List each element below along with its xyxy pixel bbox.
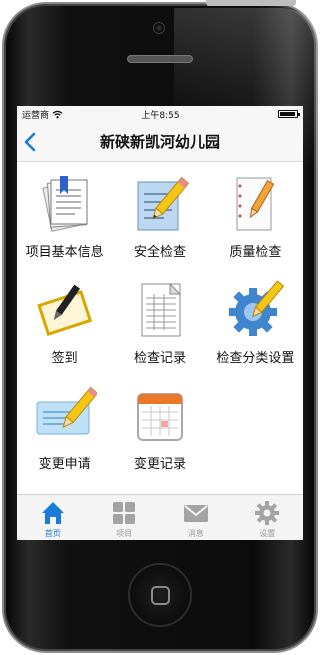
home-button[interactable]: [128, 563, 192, 627]
tab-label: 消息: [187, 529, 204, 538]
menu-item-label: 质量检查: [229, 245, 282, 260]
tab-label: 项目: [116, 529, 133, 538]
menu-grid: 项目基本信息 安全检查 质量检查 签到 检查记录 检查分类设置 变更申请 变更记…: [17, 162, 303, 490]
tab-projects[interactable]: 项目: [89, 495, 161, 540]
menu-item-label: 检查分类设置: [216, 351, 295, 366]
document-pencil-icon: [137, 176, 190, 231]
navigation-bar: 新硖新凯河幼儿园: [17, 122, 303, 162]
tab-messages[interactable]: 消息: [160, 495, 232, 540]
carrier-label: 运营商: [22, 110, 50, 121]
front-camera: [153, 22, 165, 34]
menu-item-category-settings[interactable]: 检查分类设置: [208, 278, 303, 384]
menu-item-sign-in[interactable]: 签到: [17, 278, 112, 384]
menu-item-label: 变更记录: [133, 457, 186, 472]
menu-item-change-request[interactable]: 变更申请: [17, 384, 112, 490]
spreadsheet-icon: [141, 282, 182, 337]
menu-item-label: 检查记录: [133, 351, 186, 366]
earpiece-speaker: [127, 55, 193, 63]
menu-item-inspection-records[interactable]: 检查记录: [112, 278, 207, 384]
notepad-pencil-icon: [236, 177, 275, 231]
menu-item-label: 变更申请: [38, 457, 91, 472]
wifi-icon: [52, 110, 63, 118]
battery-icon: [277, 110, 300, 118]
grid-icon: [113, 502, 136, 524]
battery-fill: [279, 112, 295, 116]
tab-bar: 首页 项目 消息 设置: [17, 494, 303, 540]
documents-ribbon-icon: [41, 176, 88, 232]
card-pencil-icon: [36, 386, 97, 435]
tab-label: 首页: [44, 529, 61, 538]
back-button[interactable]: [21, 131, 39, 153]
page-title: 新硖新凯河幼儿园: [99, 133, 220, 151]
status-right: [258, 110, 300, 118]
tab-home[interactable]: 首页: [17, 495, 89, 540]
status-bar: 运营商 上午8:55: [17, 106, 303, 122]
home-button-square: [151, 586, 170, 605]
home-icon: [41, 502, 64, 524]
tab-label: 设置: [259, 529, 276, 538]
menu-item-project-info[interactable]: 项目基本信息: [17, 172, 112, 278]
notebook-pen-icon: [36, 284, 92, 337]
gear-pencil-icon: [229, 280, 285, 336]
chevron-left-icon: [24, 132, 36, 152]
power-button: [206, 0, 296, 6]
menu-item-label: 项目基本信息: [25, 245, 104, 260]
calendar-icon: [136, 393, 183, 441]
status-time: 上午8:55: [141, 110, 180, 121]
gear-icon: [255, 501, 280, 525]
menu-item-label: 安全检查: [133, 245, 186, 260]
menu-item-quality-check[interactable]: 质量检查: [208, 172, 303, 278]
screen: 运营商 上午8:55 新硖新凯河幼儿园 项目基本信息 安全检查 质量检查 签到 …: [17, 106, 303, 540]
menu-item-change-records[interactable]: 变更记录: [112, 384, 207, 490]
mail-icon: [183, 505, 208, 522]
tab-settings[interactable]: 设置: [232, 495, 304, 540]
status-left: 运营商: [22, 108, 63, 121]
menu-item-label: 签到: [51, 351, 78, 366]
menu-item-safety-check[interactable]: 安全检查: [112, 172, 207, 278]
